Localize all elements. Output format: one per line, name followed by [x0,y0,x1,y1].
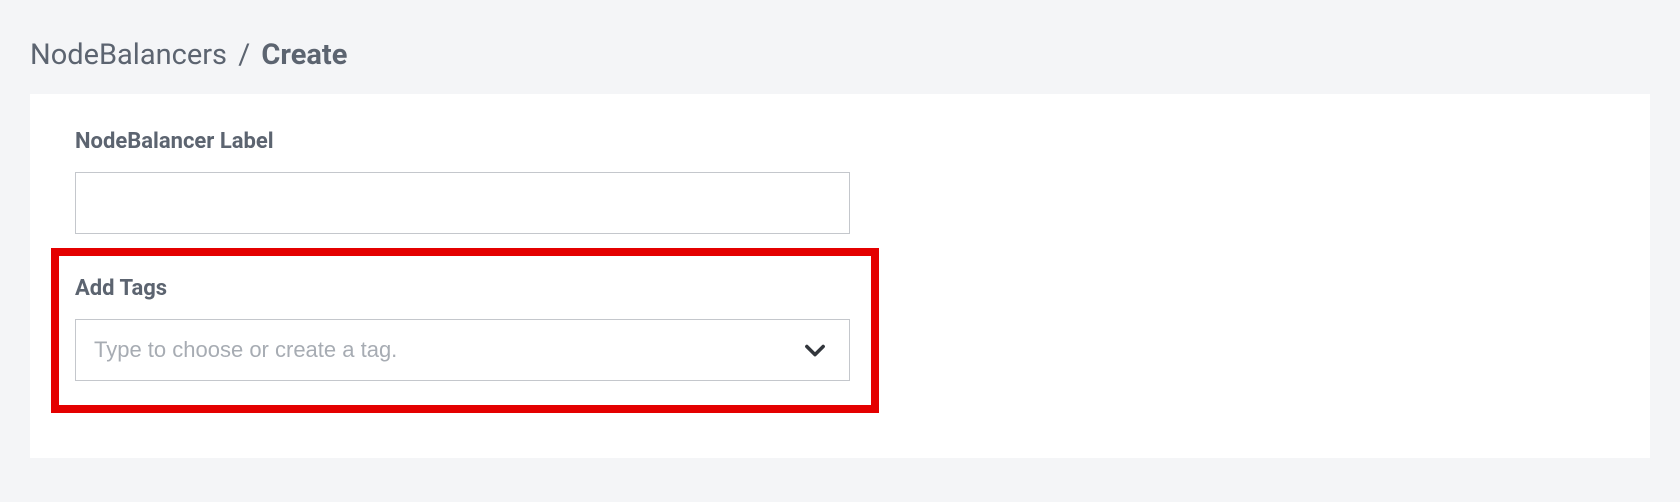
breadcrumb-parent-link[interactable]: NodeBalancers [30,38,227,72]
add-tags-label: Add Tags [75,276,855,301]
nodebalancer-label-input[interactable] [75,172,850,234]
breadcrumb: NodeBalancers / Create [0,0,1680,94]
nodebalancer-label-label: NodeBalancer Label [75,129,1605,154]
breadcrumb-separator: / [238,38,250,72]
tags-section-highlight: Add Tags [51,248,879,413]
tags-select[interactable] [75,319,850,381]
breadcrumb-current: Create [261,38,347,72]
form-card: NodeBalancer Label Add Tags [30,94,1650,458]
tags-input[interactable] [76,320,849,380]
label-field-group: NodeBalancer Label [75,129,1605,234]
